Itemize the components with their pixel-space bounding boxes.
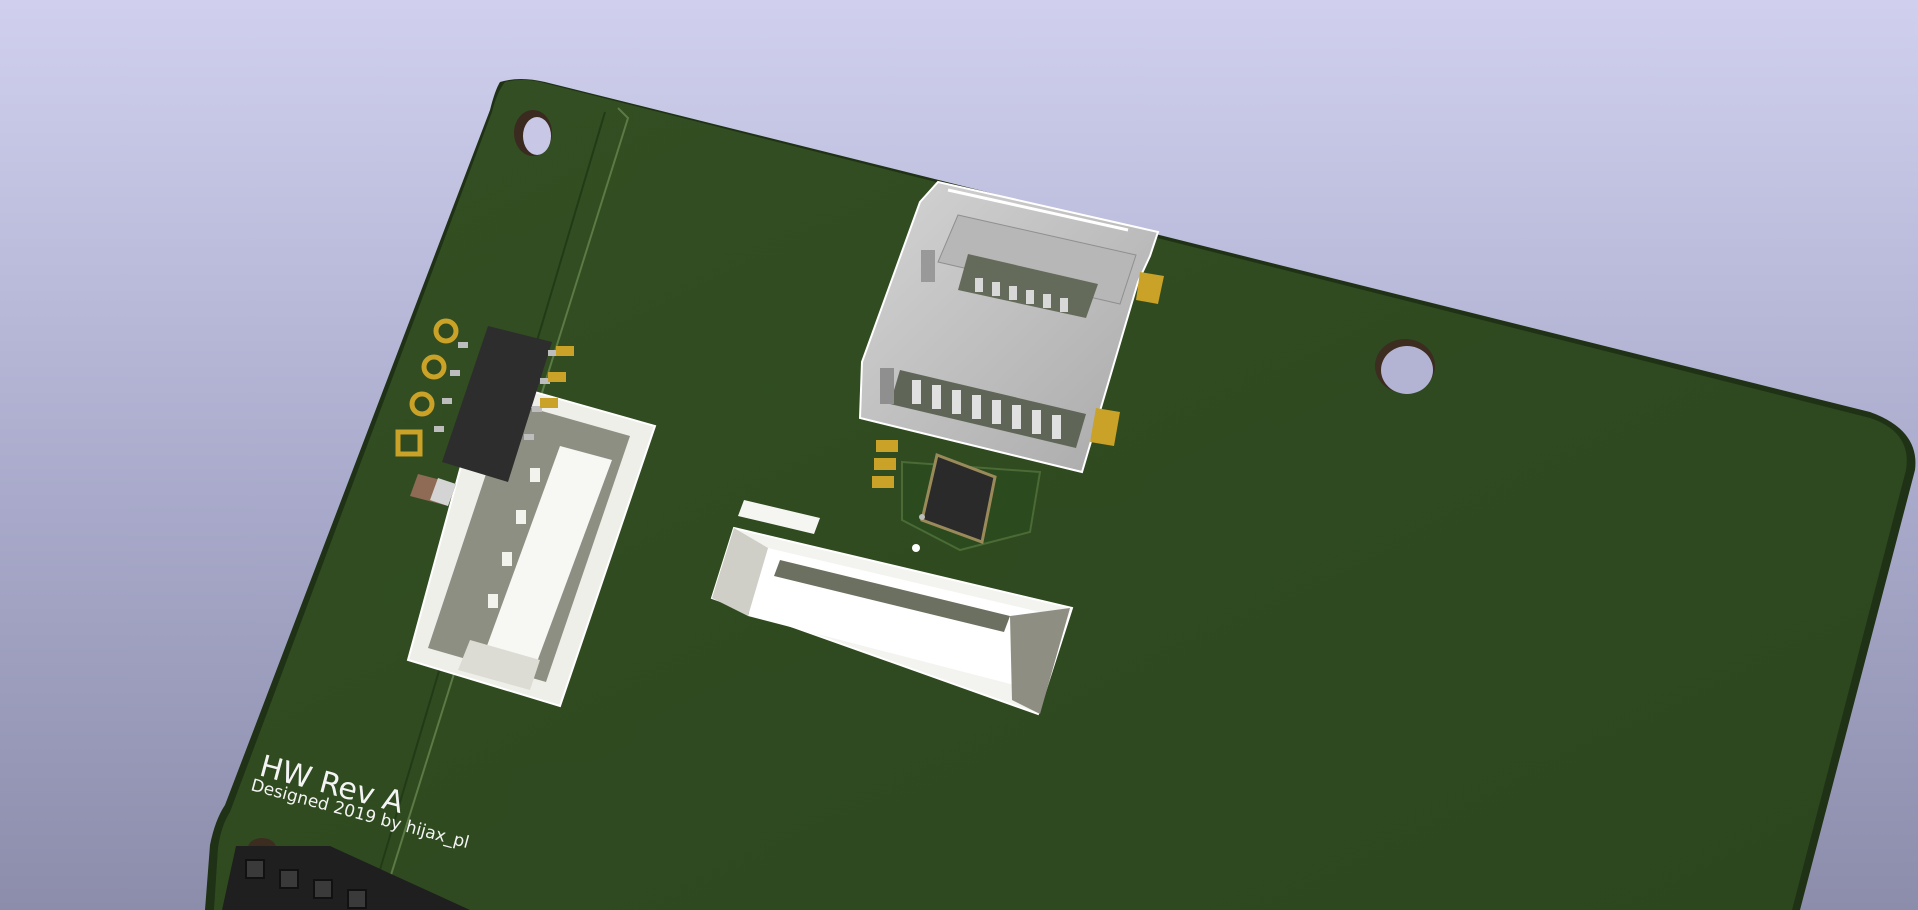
pcb-render: HW Rev A Designed 2019 by hijax_pl (205, 79, 1916, 910)
mounting-hole (514, 110, 552, 156)
pcb-3d-viewer[interactable]: HW Rev A Designed 2019 by hijax_pl (0, 0, 1918, 910)
